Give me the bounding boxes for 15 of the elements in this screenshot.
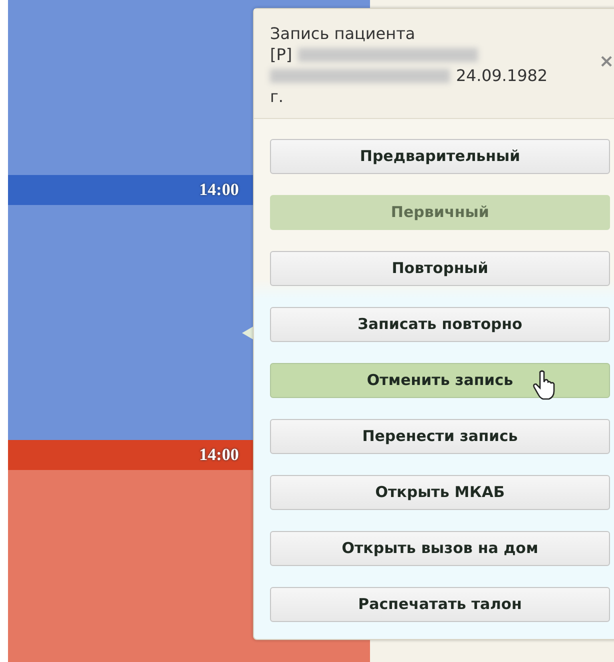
- action-button[interactable]: Перенести запись: [270, 419, 610, 454]
- slot-time: 14:00: [199, 179, 239, 202]
- action-button[interactable]: Открыть вызов на дом: [270, 531, 610, 566]
- header-text: 24.09.1982: [456, 65, 548, 86]
- slot-time: 14:00: [199, 444, 239, 466]
- hand-cursor-icon: [533, 370, 557, 400]
- action-button[interactable]: Предварительный: [270, 139, 610, 174]
- header-text: Запись пациента: [270, 23, 416, 44]
- action-button[interactable]: Распечатать талон: [270, 587, 610, 622]
- header-text: [Р]: [270, 44, 292, 65]
- action-button[interactable]: Открыть МКАБ: [270, 475, 610, 510]
- action-button[interactable]: Отменить запись: [270, 363, 610, 398]
- action-button[interactable]: Записать повторно: [270, 307, 610, 342]
- action-button[interactable]: Повторный: [270, 251, 610, 286]
- header-text: г.: [270, 86, 284, 107]
